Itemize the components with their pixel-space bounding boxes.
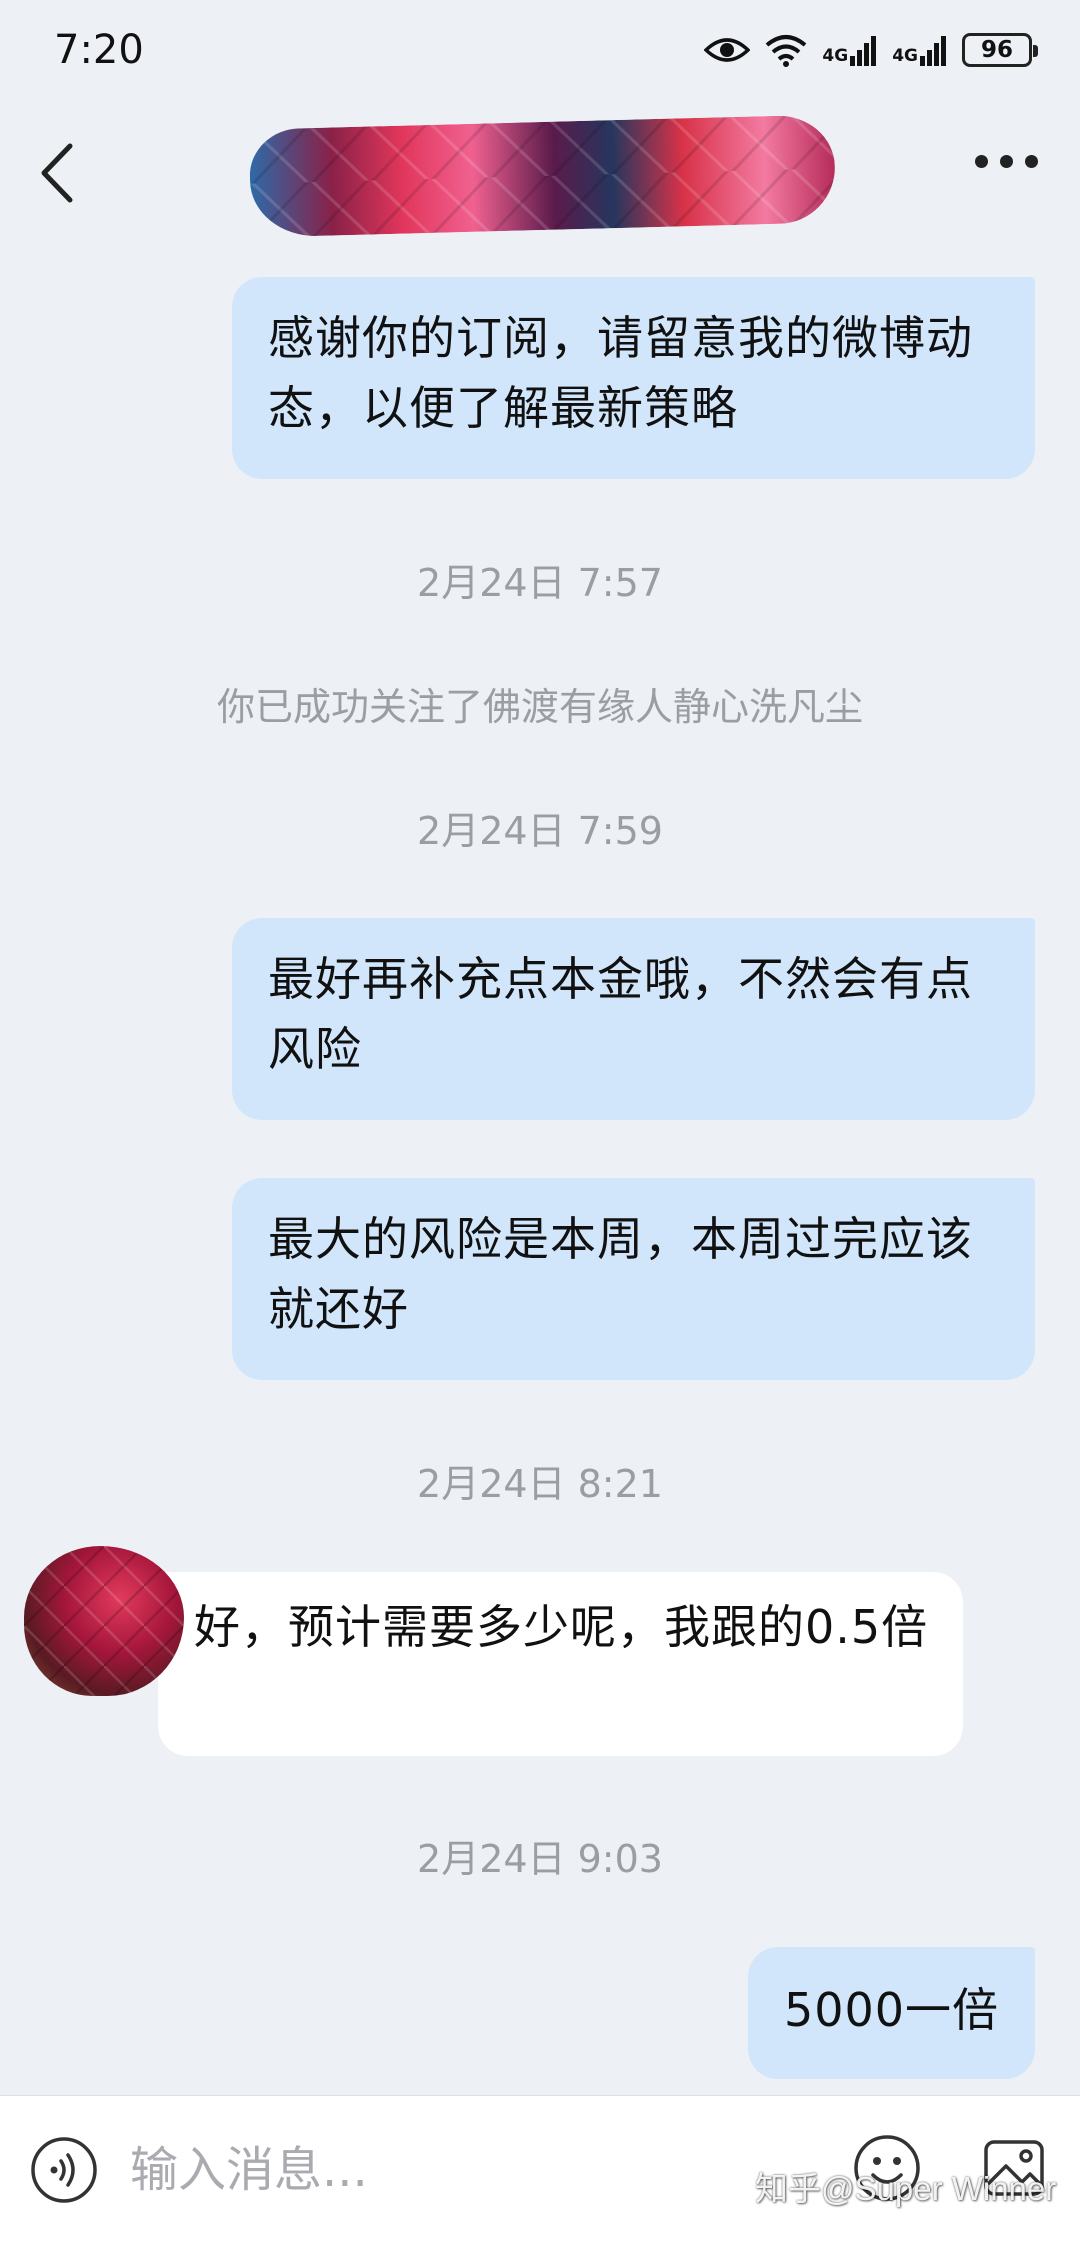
sender-avatar[interactable] <box>24 1546 184 1696</box>
timestamp: 2月24日 9:03 <box>417 1837 663 1881</box>
message-bubble-sent[interactable]: 最好再补充点本金哦，不然会有点风险 <box>232 918 1035 1120</box>
network-type-2: 4G <box>892 46 918 66</box>
message-bubble-sent[interactable]: 最大的风险是本周，本周过完应该就还好 <box>232 1178 1035 1380</box>
system-notice: 你已成功关注了佛渡有缘人静心洗凡尘 <box>216 685 863 729</box>
message-bubble-sent[interactable]: 5000一倍 <box>748 1947 1035 2079</box>
more-dots-icon[interactable] <box>975 155 1038 168</box>
signal-bars-icon <box>850 36 877 66</box>
eye-icon <box>704 38 751 62</box>
watermark-text: 知乎@Super Winner <box>755 2170 1057 2207</box>
message-text: 最大的风险是本周，本周过完应该就还好 <box>268 1212 973 1336</box>
message-text: 最好再补充点本金哦，不然会有点风险 <box>268 952 973 1076</box>
signal-2: 4G <box>892 34 948 66</box>
message-bubble-sent[interactable]: 感谢你的订阅，请留意我的微博动态，以便了解最新策略 <box>232 277 1035 479</box>
status-icons: 4G 4G 96 <box>704 33 1038 67</box>
back-chevron-left-icon[interactable] <box>30 138 90 208</box>
nav-bar <box>0 100 1080 250</box>
network-type-1: 4G <box>822 46 849 66</box>
signal-bars-icon <box>920 36 946 66</box>
voice-icon[interactable] <box>30 2136 98 2204</box>
status-bar: 7:20 4G 4G 96 <box>0 0 1080 100</box>
contact-name-redacted <box>248 114 837 238</box>
battery-level: 96 <box>980 37 1013 63</box>
message-text: 5000一倍 <box>783 1983 1000 2037</box>
status-time: 7:20 <box>54 27 144 73</box>
message-text: 好，预计需要多少呢，我跟的0.5倍 <box>194 1600 929 1654</box>
timestamp: 2月24日 8:21 <box>417 1462 663 1506</box>
message-input[interactable] <box>130 2126 810 2214</box>
wifi-icon <box>766 35 807 67</box>
chat-area[interactable]: 感谢你的订阅，请留意我的微博动态，以便了解最新策略 2月24日 7:57 你已成… <box>0 250 1080 2095</box>
message-bubble-received[interactable]: 好，预计需要多少呢，我跟的0.5倍 <box>158 1572 963 1756</box>
battery-indicator: 96 <box>962 33 1038 67</box>
signal-1: 4G <box>822 34 878 66</box>
timestamp: 2月24日 7:57 <box>417 561 663 605</box>
timestamp: 2月24日 7:59 <box>417 809 663 853</box>
message-text: 感谢你的订阅，请留意我的微博动态，以便了解最新策略 <box>268 311 973 435</box>
